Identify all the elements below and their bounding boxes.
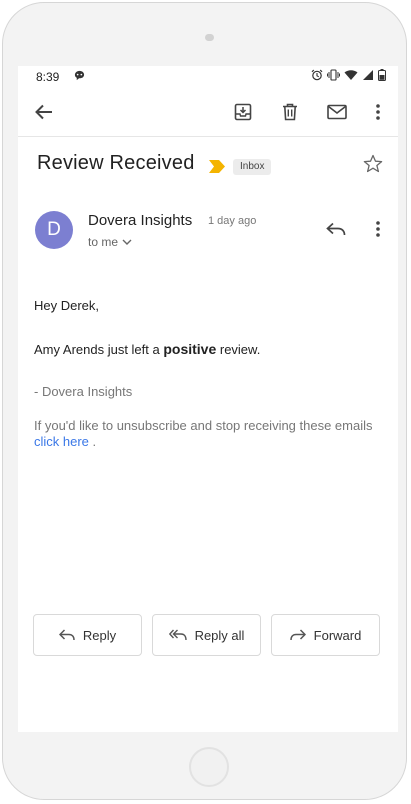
email-subject: Review Received: [37, 152, 195, 174]
more-options-button[interactable]: [364, 98, 392, 126]
reply-all-icon: [168, 629, 187, 641]
wifi-icon: [344, 70, 358, 80]
vibrate-icon: [327, 69, 340, 81]
reply-icon: [58, 629, 75, 641]
forward-button[interactable]: Forward: [271, 614, 380, 656]
star-button[interactable]: [363, 154, 383, 179]
recipient-text: to me: [88, 235, 119, 249]
status-bar: 8:39: [18, 66, 398, 88]
back-arrow-icon: [35, 104, 52, 120]
mark-unread-button[interactable]: [323, 98, 351, 126]
forward-label: Forward: [313, 627, 362, 643]
trash-icon: [283, 103, 297, 121]
status-icons: [311, 69, 386, 81]
review-message: Amy Arends just left a positive review.: [34, 341, 260, 357]
archive-icon: [234, 103, 252, 121]
subject-row: Review Received Inbox: [18, 152, 398, 182]
battery-icon: [378, 69, 386, 81]
chevron-down-icon: [122, 239, 132, 245]
avatar-initial: D: [47, 219, 61, 240]
archive-button[interactable]: [229, 98, 257, 126]
screen: 8:39 Review Received Inbox D Dovera Insi…: [18, 66, 398, 732]
star-icon: [363, 154, 383, 173]
reply-icon: [326, 222, 346, 236]
reply-button[interactable]: Reply: [33, 614, 142, 656]
unsubscribe-link[interactable]: click here: [34, 434, 89, 449]
back-button[interactable]: [30, 98, 58, 126]
email-app-bar: [18, 88, 398, 137]
review-sentiment: positive: [163, 341, 217, 357]
phone-frame: 8:39 Review Received Inbox D Dovera Insi…: [2, 2, 407, 800]
important-marker-icon[interactable]: [209, 160, 225, 173]
unsubscribe-text: If you'd like to unsubscribe and stop re…: [34, 418, 373, 433]
status-time: 8:39: [36, 70, 60, 84]
recipient-details-toggle[interactable]: to me: [88, 235, 132, 249]
unsubscribe-end: .: [88, 434, 97, 449]
signature: - Dovera Insights: [34, 384, 133, 399]
message-actions: Reply Reply all Forward: [33, 614, 385, 658]
greeting: Hey Derek,: [34, 298, 100, 313]
alarm-icon: [311, 69, 323, 81]
unsubscribe-notice: If you'd like to unsubscribe and stop re…: [34, 418, 384, 450]
home-button[interactable]: [189, 747, 229, 787]
reply-label: Reply: [82, 627, 117, 643]
reply-all-button[interactable]: Reply all: [152, 614, 261, 656]
more-vert-icon: [376, 104, 380, 120]
email-time: 1 day ago: [208, 215, 257, 227]
sender-avatar[interactable]: D: [35, 211, 73, 249]
mail-icon: [327, 104, 347, 120]
message-icon: [74, 70, 85, 81]
signal-icon: [363, 70, 373, 80]
sender-row: D Dovera Insights 1 day ago to me: [18, 206, 398, 256]
speaker: [205, 34, 214, 41]
inbox-label-chip[interactable]: Inbox: [233, 159, 272, 175]
reply-icon-button[interactable]: [322, 215, 350, 243]
review-text-before: Amy Arends just left a: [34, 342, 164, 357]
more-vert-icon: [376, 221, 380, 237]
review-text-after: review.: [216, 342, 261, 357]
forward-icon: [289, 629, 306, 641]
delete-button[interactable]: [276, 98, 304, 126]
sender-name: Dovera Insights: [88, 212, 193, 229]
reply-all-label: Reply all: [194, 627, 245, 643]
message-more-button[interactable]: [364, 215, 392, 243]
